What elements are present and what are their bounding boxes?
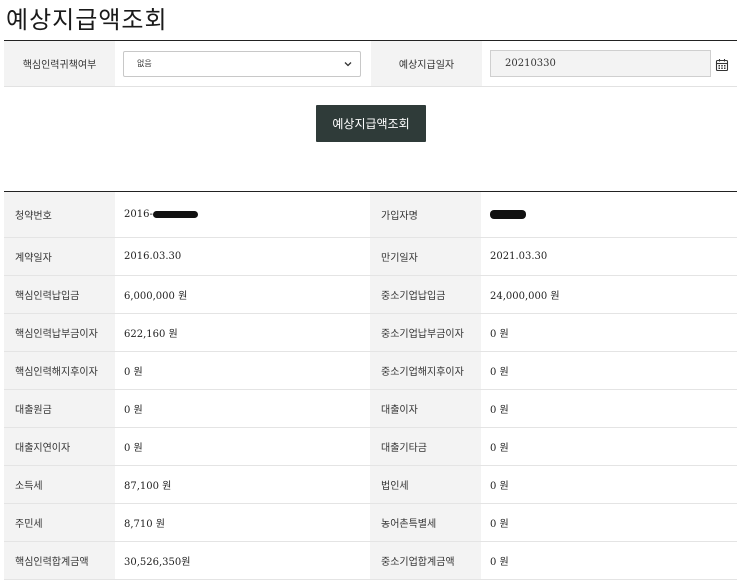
- table-row: 핵심인력해지후이자 0 원 중소기업해지후이자 0 원: [4, 352, 737, 390]
- row-label: 핵심인력해지후이자: [4, 352, 115, 389]
- search-form: 핵심인력귀책여부 없음 예상지급일자 20210330: [4, 40, 737, 87]
- table-row: 대출지연이자 0 원 대출기타금 0 원: [4, 428, 737, 466]
- table-row: 소득세 87,100 원 법인세 0 원: [4, 466, 737, 504]
- row-value: 0 원: [490, 405, 509, 416]
- row-value: 0 원: [490, 367, 509, 378]
- row-label: 청약번호: [4, 192, 115, 237]
- table-row: 계약일자 2016.03.30 만기일자 2021.03.30: [4, 238, 737, 276]
- expected-date-label: 예상지급일자: [371, 41, 482, 86]
- row-value: 0 원: [490, 519, 509, 530]
- subscription-number-prefix: 2016-: [124, 209, 153, 220]
- redaction-mark: [490, 210, 526, 219]
- expected-date-input[interactable]: 20210330: [490, 50, 711, 77]
- row-value: 0 원: [124, 367, 143, 378]
- expected-date-field: 20210330: [482, 41, 737, 86]
- table-row: 핵심인력합계금액 30,526,350원 중소기업합계금액 0 원: [4, 542, 737, 580]
- row-label: 가입자명: [370, 192, 481, 237]
- table-row: 핵심인력납입금 6,000,000 원 중소기업납입금 24,000,000 원: [4, 276, 737, 314]
- search-button[interactable]: 예상지급액조회: [316, 105, 426, 142]
- table-row: 주민세 8,710 원 농어촌특별세 0 원: [4, 504, 737, 542]
- row-value: 0 원: [124, 405, 143, 416]
- row-label: 중소기업납부금이자: [370, 314, 481, 351]
- row-label: 중소기업합계금액: [370, 542, 481, 579]
- row-label: 농어촌특별세: [370, 504, 481, 541]
- row-value: 0 원: [124, 443, 143, 454]
- row-label: 핵심인력납입금: [4, 276, 115, 313]
- retire-fault-select[interactable]: 없음: [123, 50, 361, 77]
- row-label: 핵심인력합계금액: [4, 542, 115, 579]
- chevron-down-icon: [343, 59, 353, 69]
- retire-fault-label: 핵심인력귀책여부: [4, 41, 115, 86]
- row-label: 중소기업해지후이자: [370, 352, 481, 389]
- row-label: 대출기타금: [370, 428, 481, 465]
- row-label: 중소기업납입금: [370, 276, 481, 313]
- result-table: 청약번호 2016- 가입자명 계약일자 2016.03.30 만기일자 202…: [4, 191, 737, 580]
- subscription-number-value: 2016-: [115, 192, 370, 237]
- row-value: 6,000,000 원: [124, 291, 188, 302]
- retire-fault-select-value: 없음: [137, 59, 152, 68]
- row-value: 0 원: [490, 557, 509, 568]
- table-row: 핵심인력납부금이자 622,160 원 중소기업납부금이자 0 원: [4, 314, 737, 352]
- table-row: 청약번호 2016- 가입자명: [4, 192, 737, 238]
- redaction-mark: [152, 211, 198, 218]
- row-value: 30,526,350원: [124, 557, 191, 568]
- row-label: 핵심인력납부금이자: [4, 314, 115, 351]
- row-value: 2021.03.30: [490, 251, 548, 262]
- row-value: 87,100 원: [124, 481, 172, 492]
- retire-fault-field: 없음: [115, 41, 371, 86]
- row-label: 소득세: [4, 466, 115, 503]
- row-value: 622,160 원: [124, 329, 178, 340]
- row-value: 24,000,000 원: [490, 291, 560, 302]
- row-label: 만기일자: [370, 238, 481, 275]
- row-value: 0 원: [490, 329, 509, 340]
- row-value: 0 원: [490, 481, 509, 492]
- page-title: 예상지급액조회: [6, 6, 168, 34]
- row-label: 대출원금: [4, 390, 115, 427]
- row-label: 대출이자: [370, 390, 481, 427]
- table-row: 대출원금 0 원 대출이자 0 원: [4, 390, 737, 428]
- row-value: 0 원: [490, 443, 509, 454]
- row-label: 대출지연이자: [4, 428, 115, 465]
- subscriber-name-value: [481, 192, 736, 237]
- row-value: 2016.03.30: [124, 251, 182, 262]
- row-value: 8,710 원: [124, 519, 166, 530]
- calendar-icon[interactable]: [715, 57, 729, 72]
- row-label: 주민세: [4, 504, 115, 541]
- row-label: 법인세: [370, 466, 481, 503]
- row-label: 계약일자: [4, 238, 115, 275]
